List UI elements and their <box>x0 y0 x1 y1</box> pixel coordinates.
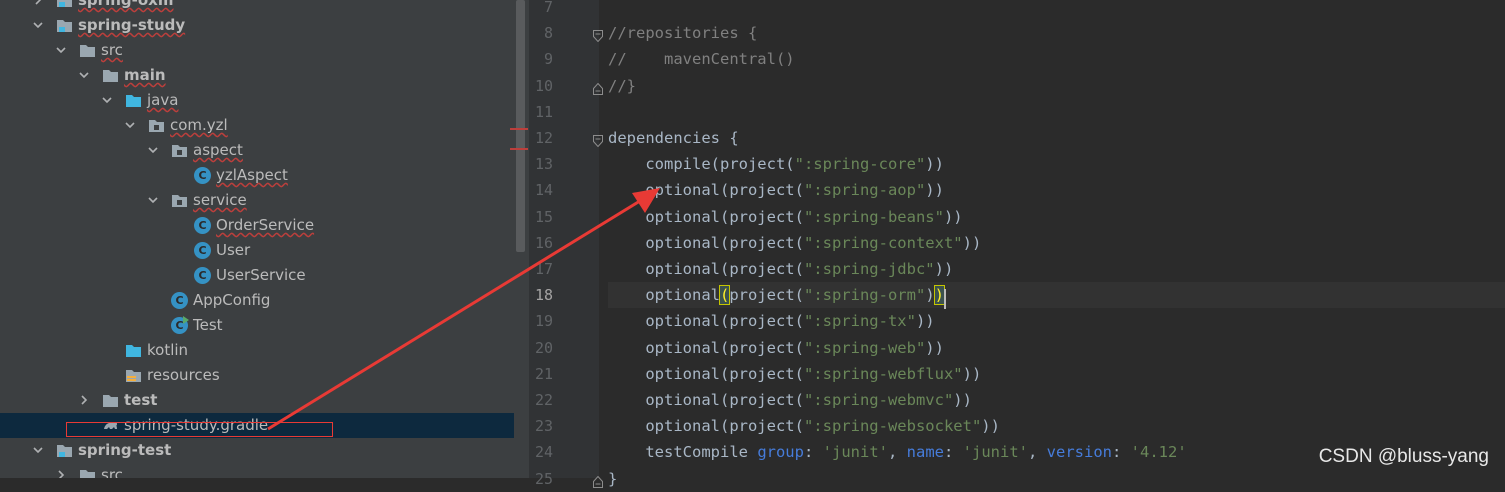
watermark: CSDN @bluss-yang <box>1318 446 1489 467</box>
annotation-arrow-icon <box>267 188 660 431</box>
